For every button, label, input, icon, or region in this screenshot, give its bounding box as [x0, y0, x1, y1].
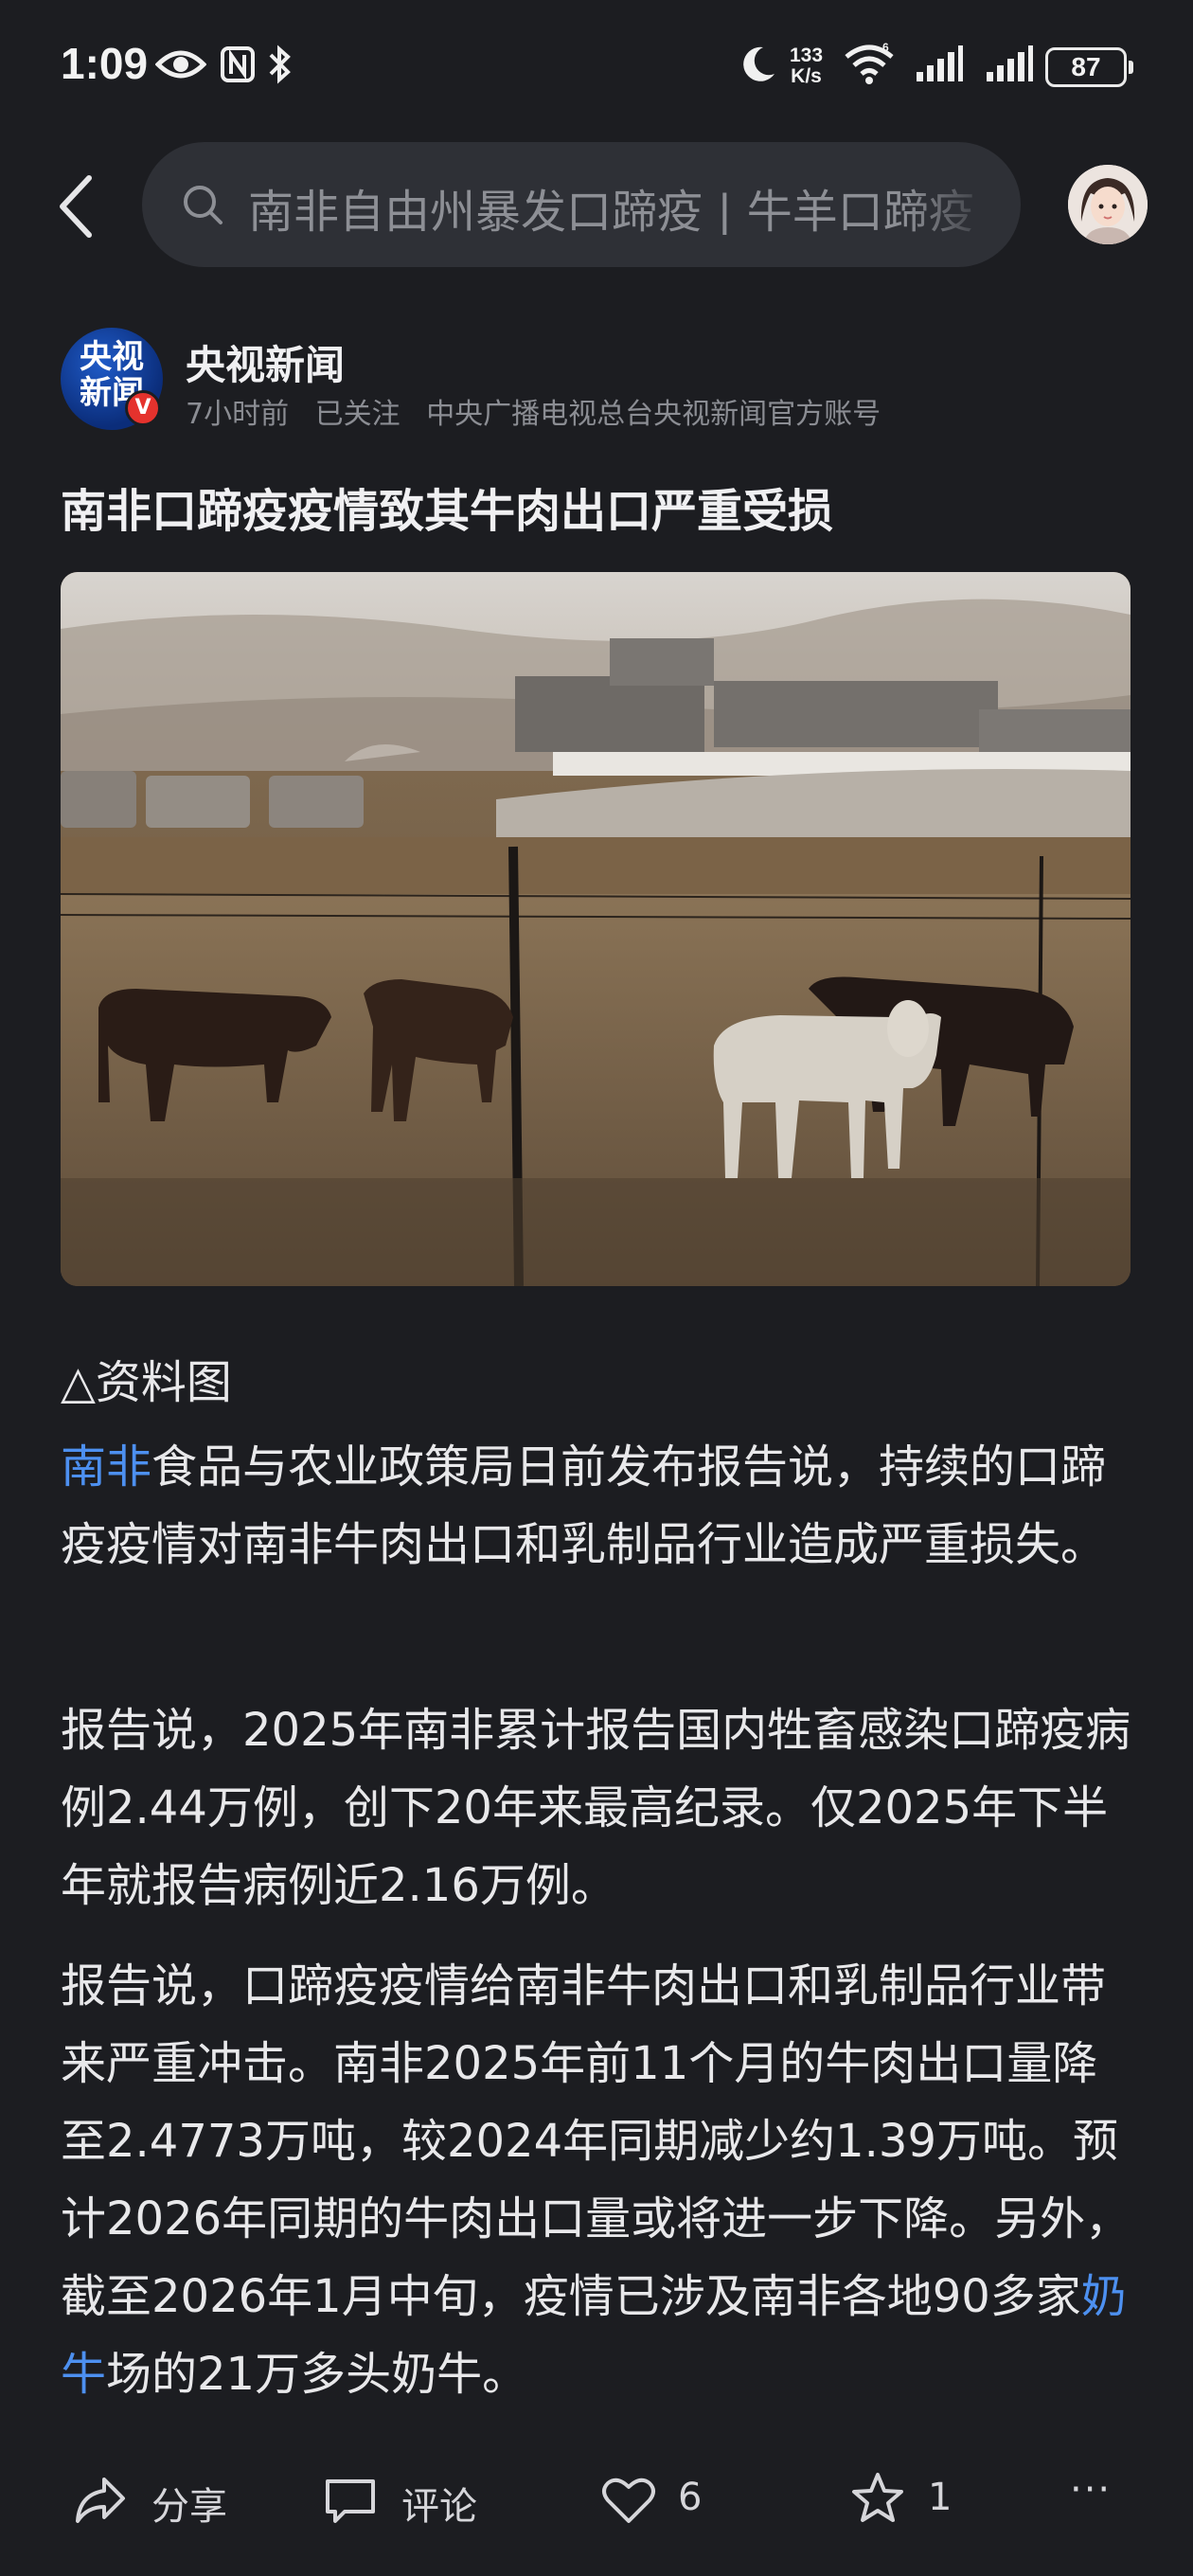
verified-badge: V [125, 390, 161, 426]
search-input[interactable]: 南非自由州暴发口蹄疫 | 牛羊口蹄疫 [142, 142, 1021, 267]
back-arrow-icon[interactable] [49, 169, 106, 244]
image-caption: △资料图 [61, 1356, 232, 1409]
paragraph-1: 南非食品与农业政策局日前发布报告说，持续的口蹄疫疫情对南非牛肉出口和乳制品行业造… [61, 1440, 1107, 1571]
nfc-icon [221, 46, 255, 82]
keyword-link-south-africa[interactable]: 南非 [61, 1440, 151, 1494]
search-query: 南非自由州暴发口蹄疫 | 牛羊口蹄疫 [248, 186, 974, 235]
wifi-icon: 6 [845, 42, 894, 84]
bluetooth-icon [269, 45, 291, 84]
avatar-icon [1068, 165, 1148, 244]
moon-icon [743, 46, 775, 81]
follow-status[interactable]: 已关注 [315, 398, 401, 431]
signal-icon [917, 45, 963, 81]
favorite-button[interactable]: 1 [848, 2466, 962, 2534]
article-title: 南非口蹄疫疫情致其牛肉出口严重受损 [61, 485, 834, 538]
more-options-button[interactable]: ··· [1070, 2466, 1146, 2534]
status-bar: 1:09 133 K/s 6 87 [0, 0, 1193, 133]
article-photo[interactable] [61, 572, 1131, 1286]
comment-button[interactable]: 评论 [322, 2466, 492, 2534]
author-name[interactable]: 央视新闻 [186, 333, 345, 391]
comment-icon [326, 2479, 375, 2523]
top-bar: 南非自由州暴发口蹄疫 | 牛羊口蹄疫 [0, 133, 1193, 275]
author-row: 央视 新闻 V 央视新闻 7小时前 已关注 中央广播电视总台央视新闻官方账号 [61, 328, 1140, 432]
paragraph-3: 报告说，口蹄疫疫情给南非牛肉出口和乳制品行业带来严重冲击。南非2025年前11个… [61, 1959, 1131, 2401]
signal-icon [987, 45, 1033, 81]
share-icon [76, 2478, 125, 2523]
post-time: 7小时前 [186, 398, 290, 431]
author-description: 中央广播电视总台央视新闻官方账号 [426, 398, 881, 431]
bottom-action-bar: 分享 评论 6 1 ··· [0, 2443, 1193, 2557]
status-time: 1:09 [61, 39, 149, 88]
eye-icon [155, 50, 206, 79]
svg-text:6: 6 [882, 42, 889, 54]
heart-icon [602, 2478, 655, 2523]
cattle-field-image [61, 572, 1131, 1286]
paragraph-2: 报告说，2025年南非累计报告国内牲畜感染口蹄疫病例2.44万例，创下20年来最… [61, 1704, 1131, 1912]
like-button[interactable]: 6 [600, 2466, 714, 2534]
search-icon [184, 186, 223, 224]
battery-icon: 87 [1045, 47, 1133, 87]
network-speed: 133 K/s [790, 45, 824, 87]
share-button[interactable]: 分享 [72, 2466, 242, 2534]
more-icon: ··· [1070, 2468, 1113, 2512]
avatar[interactable] [1068, 165, 1148, 244]
author-meta: 7小时前 已关注 中央广播电视总台央视新闻官方账号 [186, 390, 898, 432]
star-icon [852, 2473, 903, 2522]
